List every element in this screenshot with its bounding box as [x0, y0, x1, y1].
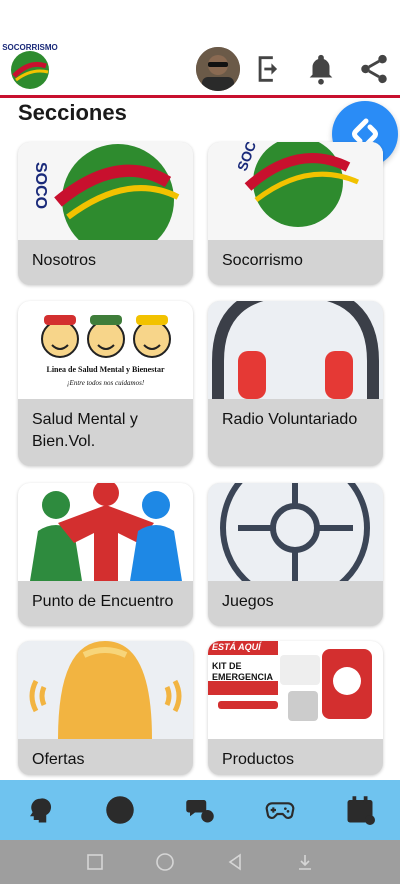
svg-text:SOCO: SOCO — [32, 162, 49, 209]
headphones-icon — [208, 301, 383, 399]
card-label: Punto de Encuentro — [32, 593, 174, 610]
image-caption: Linea de Salud Mental y Bienestar — [46, 365, 165, 374]
card-image: SOCORRI — [208, 142, 383, 240]
card-image — [208, 301, 383, 399]
card-label: Nosotros — [32, 252, 97, 269]
app-logo[interactable]: SOCORRISMO — [2, 40, 58, 94]
card-image: SOCO — [18, 142, 193, 240]
section-title: Secciones — [18, 100, 127, 125]
card-radio-voluntariado[interactable]: Radio Voluntariado — [208, 301, 383, 466]
card-punto-encuentro[interactable]: Punto de Encuentro — [18, 483, 193, 626]
head-icon[interactable] — [22, 792, 58, 828]
appbar-divider — [0, 95, 400, 98]
card-image — [18, 483, 193, 581]
card-image — [208, 483, 383, 581]
card-label: Socorrismo — [222, 252, 303, 269]
app-bar: SOCORRISMO — [0, 0, 400, 98]
card-label: Ofertas — [32, 751, 85, 768]
svg-text:SOCORRISMO: SOCORRISMO — [2, 43, 58, 52]
card-image — [18, 641, 193, 739]
back-icon[interactable] — [224, 851, 246, 873]
card-label: Salud Mental y Bien.Vol. — [32, 411, 138, 450]
calendar-icon[interactable] — [342, 792, 378, 828]
bottom-navigation — [0, 780, 400, 840]
share-icon[interactable] — [355, 50, 393, 88]
crosshair-icon — [208, 483, 383, 581]
chat-bubbles-icon[interactable] — [182, 792, 218, 828]
card-image: Linea de Salud Mental y Bienestar ¡Entre… — [18, 301, 193, 399]
gamepad-icon[interactable] — [262, 792, 298, 828]
card-ofertas[interactable]: Ofertas — [18, 641, 193, 775]
people-group-icon — [18, 483, 193, 581]
ad-headline: KIT DE EMERGENCIA — [212, 661, 274, 682]
card-label: Juegos — [222, 593, 274, 610]
recents-icon[interactable] — [84, 851, 106, 873]
image-subcaption: ¡Entre todos nos cuidamos! — [66, 379, 145, 387]
card-salud-mental[interactable]: Linea de Salud Mental y Bienestar ¡Entre… — [18, 301, 193, 466]
card-nosotros[interactable]: SOCO Nosotros — [18, 142, 193, 285]
bell-icon[interactable] — [302, 50, 340, 88]
system-navigation-bar — [0, 840, 400, 884]
card-label: Radio Voluntariado — [222, 411, 358, 428]
ad-banner-text: ESTÁ AQUÍ — [212, 642, 261, 652]
card-socorrismo[interactable]: SOCORRI Socorrismo — [208, 142, 383, 285]
circle-icon[interactable] — [102, 792, 138, 828]
card-label: Productos — [222, 751, 295, 768]
home-icon[interactable] — [154, 851, 176, 873]
bell-ringing-icon — [18, 641, 193, 739]
keyboard-hide-icon[interactable] — [294, 851, 316, 873]
logout-icon[interactable] — [251, 50, 289, 88]
card-productos[interactable]: ESTÁ AQUÍ KIT DE EMERGENCIA Productos — [208, 641, 383, 775]
avatar[interactable] — [196, 47, 240, 91]
card-image: ESTÁ AQUÍ KIT DE EMERGENCIA — [208, 641, 383, 739]
card-juegos[interactable]: Juegos — [208, 483, 383, 626]
